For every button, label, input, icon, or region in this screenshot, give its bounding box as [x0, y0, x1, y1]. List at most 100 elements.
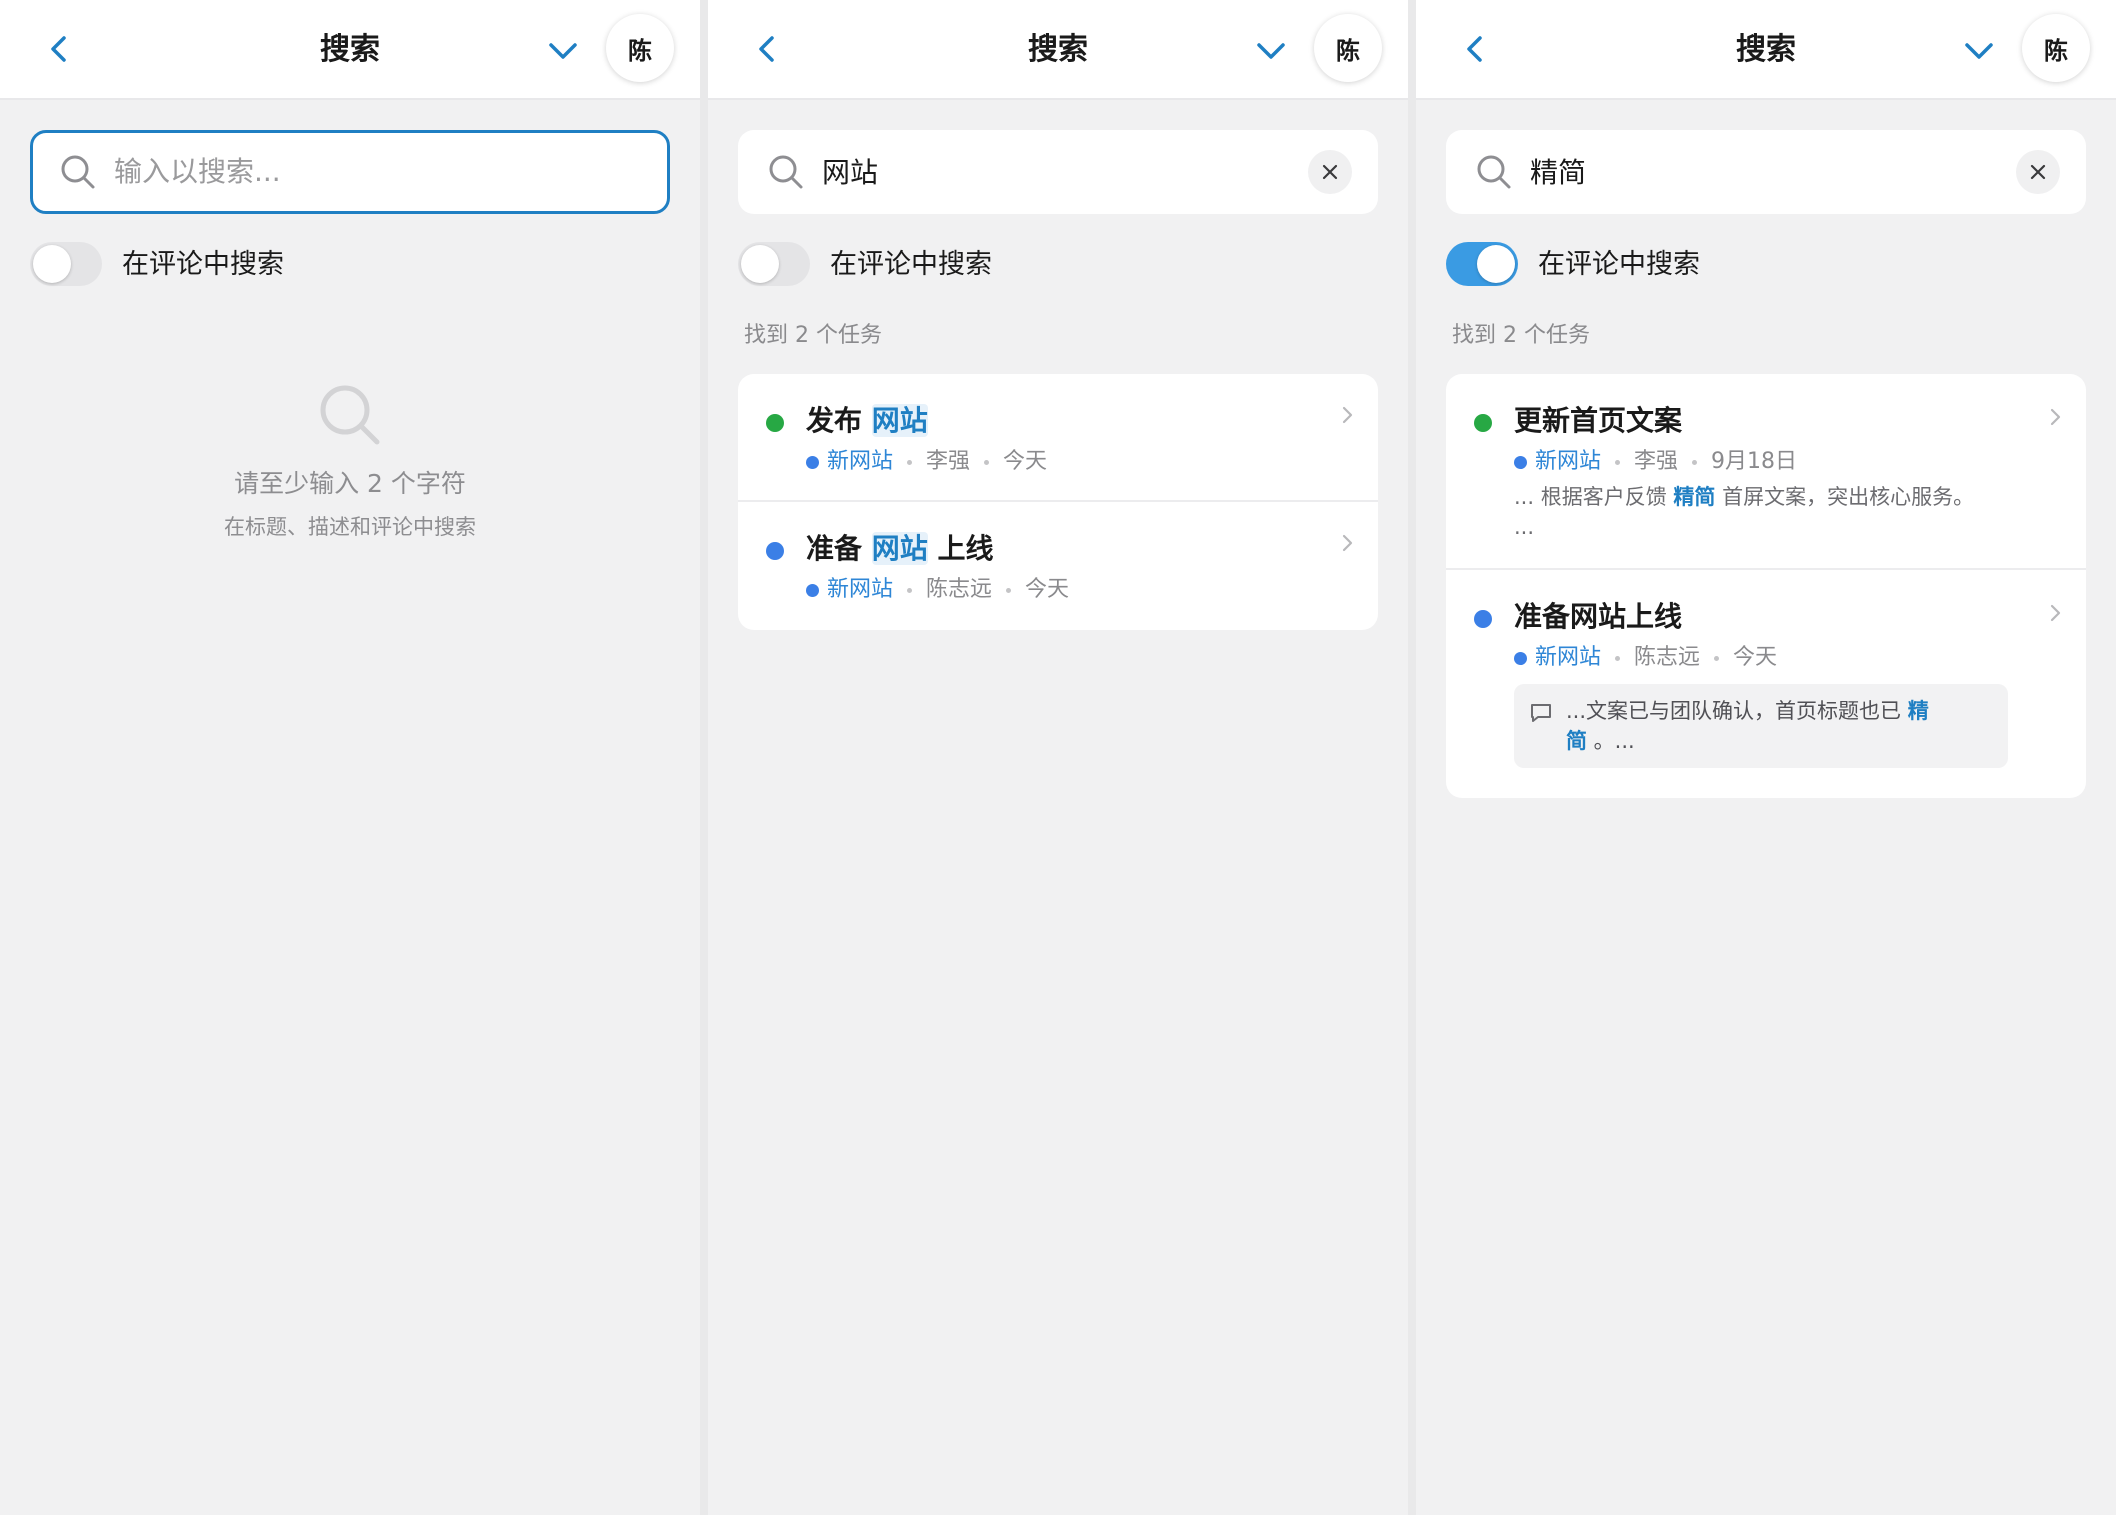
search-comments-toggle[interactable]: [1446, 242, 1518, 286]
project-dot: [1514, 651, 1527, 665]
result-meta: 新网站 陈志远 今天: [1514, 640, 1777, 676]
result-meta: 新网站 李强 今天: [806, 444, 1047, 480]
screen-root: 搜索 陈 在评论中搜索 请至少输入 2 个字符: [0, 0, 2116, 1515]
snippet-text: 首屏文案，突出核心服务。: [1715, 485, 1975, 509]
meta-separator: [907, 459, 913, 465]
header-bar: 搜索 陈: [0, 0, 700, 100]
meta-separator: [907, 587, 913, 593]
comments-toggle-row: 在评论中搜索: [1446, 242, 1946, 288]
clear-search-button[interactable]: [1308, 150, 1352, 194]
assignee: 李强: [926, 449, 971, 474]
comment-snippet: ...文案已与团队确认，首页标题也已 精简 。...: [1514, 684, 2008, 768]
status-dot: [1474, 610, 1492, 628]
toggle-knob: [33, 245, 71, 283]
chevron-left-icon: [51, 36, 66, 62]
result-item[interactable]: 准备 网站 上线 新网站 陈志远 今天: [738, 502, 1378, 630]
search-box[interactable]: [30, 130, 670, 214]
search-icon: [1477, 155, 1511, 189]
status-dot: [766, 542, 784, 560]
due-date: 今天: [1025, 577, 1070, 602]
chevron-down-icon: [549, 43, 577, 59]
empty-state: 请至少输入 2 个字符 在标题、描述和评论中搜索: [0, 380, 700, 544]
chevron-left-icon: [1467, 36, 1482, 62]
comment-match-highlight: 精: [1907, 699, 1929, 723]
search-icon: [320, 385, 380, 445]
chevron-right-icon: [2050, 408, 2061, 426]
search-box[interactable]: [1446, 130, 2086, 214]
project-name[interactable]: 新网站: [1535, 640, 1601, 676]
meta-separator: [984, 459, 990, 465]
description-snippet: ... 根据客户反馈 精简 首屏文案，突出核心服务。...: [1514, 482, 2034, 542]
chevron-right-icon: [2050, 604, 2061, 622]
avatar[interactable]: 陈: [1314, 14, 1382, 82]
back-button[interactable]: [742, 24, 792, 74]
status-dot: [766, 414, 784, 432]
page-title: 搜索: [320, 32, 380, 67]
toggle-label: 在评论中搜索: [830, 249, 992, 280]
search-box[interactable]: [738, 130, 1378, 214]
avatar[interactable]: 陈: [2022, 14, 2090, 82]
status-dot: [1474, 414, 1492, 432]
search-input[interactable]: [114, 148, 574, 194]
toggle-knob: [1477, 245, 1515, 283]
meta-separator: [1692, 459, 1698, 465]
assignee: 陈志远: [1634, 645, 1701, 670]
dropdown-button[interactable]: [1246, 26, 1296, 76]
dropdown-button[interactable]: [538, 26, 588, 76]
meta-separator: [1615, 459, 1621, 465]
due-date: 今天: [1003, 449, 1048, 474]
result-item[interactable]: 更新首页文案 新网站 李强 9月18日 ... 根据客户反馈 精简 首屏文案，突…: [1446, 374, 2086, 570]
back-button[interactable]: [34, 24, 84, 74]
search-panel-title-results: 搜索 陈 在评论中搜索 找: [708, 0, 1408, 1515]
search-input[interactable]: [822, 148, 1282, 194]
search-panel-comment-results: 搜索 陈 在评论中搜索 找: [1416, 0, 2116, 1515]
toggle-label: 在评论中搜索: [122, 249, 284, 280]
snippet-ellipsis: ...: [1514, 515, 1535, 539]
close-icon: [1322, 164, 1338, 180]
results-count: 找到 2 个任务: [744, 323, 882, 348]
dropdown-button[interactable]: [1954, 26, 2004, 76]
project-name[interactable]: 新网站: [827, 444, 893, 480]
project-name[interactable]: 新网站: [827, 572, 893, 608]
result-meta: 新网站 李强 9月18日: [1514, 444, 1797, 480]
search-comments-toggle[interactable]: [738, 242, 810, 286]
comment-icon: [1531, 704, 1551, 722]
search-input[interactable]: [1530, 148, 1990, 194]
meta-separator: [1714, 655, 1720, 661]
result-title: 准备网站上线: [1514, 600, 1683, 633]
result-meta: 新网站 陈志远 今天: [806, 572, 1069, 608]
result-title: 发布 网站: [806, 398, 928, 444]
page-title: 搜索: [1028, 32, 1088, 67]
chevron-right-icon: [1342, 406, 1353, 424]
project-dot: [806, 455, 819, 469]
clear-search-button[interactable]: [2016, 150, 2060, 194]
result-list: 更新首页文案 新网站 李强 9月18日 ... 根据客户反馈 精简 首屏文案，突…: [1446, 374, 2086, 798]
avatar[interactable]: 陈: [606, 14, 674, 82]
result-item[interactable]: 准备网站上线 新网站 陈志远 今天 ...文案已与团队确认，首页标题也已 精简 …: [1446, 570, 2086, 798]
meta-separator: [1006, 587, 1012, 593]
assignee: 李强: [1634, 449, 1679, 474]
title-match-highlight: 网站: [871, 532, 928, 565]
assignee: 陈志远: [926, 577, 993, 602]
comment-match-highlight: 简: [1566, 729, 1587, 753]
close-icon: [2030, 164, 2046, 180]
result-list: 发布 网站 新网站 李强 今天 准备 网站 上线 新网站 陈志远 今天: [738, 374, 1378, 630]
empty-state-subtitle: 在标题、描述和评论中搜索: [224, 515, 476, 539]
comment-text: 。...: [1587, 729, 1635, 753]
results-count: 找到 2 个任务: [1452, 323, 1590, 348]
title-text: 上线: [927, 532, 994, 565]
result-item[interactable]: 发布 网站 新网站 李强 今天: [738, 374, 1378, 502]
project-name[interactable]: 新网站: [1535, 444, 1601, 480]
comment-text: ...文案已与团队确认，首页标题也已: [1566, 699, 1908, 723]
empty-state-title: 请至少输入 2 个字符: [234, 469, 466, 498]
search-icon: [61, 155, 95, 189]
page-title: 搜索: [1736, 32, 1796, 67]
snippet-text: ... 根据客户反馈: [1514, 485, 1674, 509]
search-comments-toggle[interactable]: [30, 242, 102, 286]
meta-separator: [1615, 655, 1621, 661]
due-date: 9月18日: [1711, 449, 1798, 474]
back-button[interactable]: [1450, 24, 1500, 74]
title-text: 发布: [806, 404, 872, 437]
header-bar: 搜索 陈: [708, 0, 1408, 100]
search-panel-empty: 搜索 陈 在评论中搜索 请至少输入 2 个字符: [0, 0, 700, 1515]
